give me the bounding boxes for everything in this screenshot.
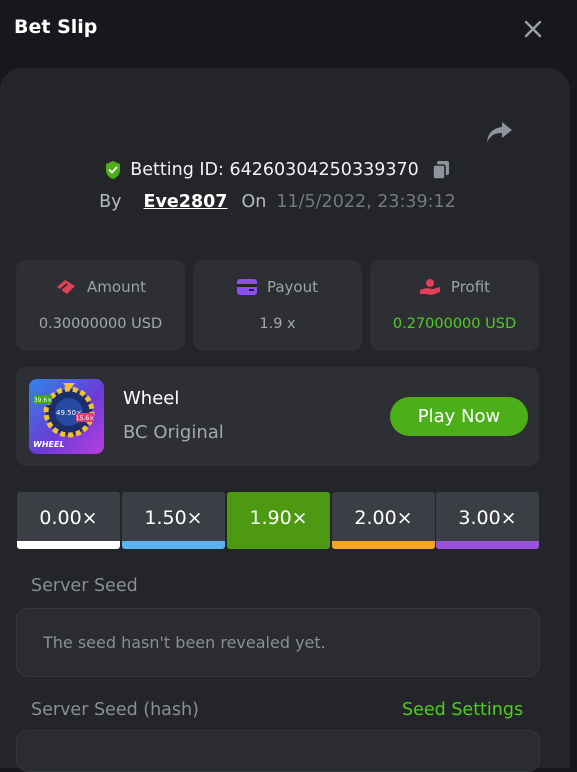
multiplier-color-bar xyxy=(332,541,435,549)
header: Bet Slip xyxy=(0,0,577,60)
game-card: 49.50× 39.6× 15.6× WHEEL Wheel BC Origin… xyxy=(16,367,539,466)
payout-label: Payout xyxy=(266,278,318,296)
wallet-icon xyxy=(236,279,257,295)
multiplier-tile-2-active[interactable]: 1.90× xyxy=(227,492,330,549)
share-icon[interactable] xyxy=(484,118,516,146)
coins-icon xyxy=(57,280,76,294)
by-label: By xyxy=(99,192,122,212)
profit-card: Profit 0.27000000 USD xyxy=(370,260,539,351)
server-seed-text: The seed hasn't been revealed yet. xyxy=(43,633,326,652)
multiplier-label: 3.00× xyxy=(458,507,517,529)
betting-id-text: Betting ID: 64260304250339370 xyxy=(130,160,419,180)
server-seed-hash-label: Server Seed (hash) xyxy=(31,700,199,720)
wheel-game-thumbnail[interactable]: 49.50× 39.6× 15.6× WHEEL xyxy=(29,379,104,454)
game-subtitle: BC Original xyxy=(123,422,224,443)
multiplier-tile-1[interactable]: 1.50× xyxy=(122,492,225,549)
multiplier-color-bar xyxy=(122,541,225,549)
bet-slip-title: Bet Slip xyxy=(14,16,98,38)
amount-label: Amount xyxy=(87,278,146,296)
verified-shield-icon xyxy=(106,161,121,179)
multiplier-color-bar xyxy=(436,541,539,549)
share-button[interactable] xyxy=(484,118,516,146)
play-now-button[interactable]: Play Now xyxy=(390,397,528,436)
thumb-right-value: 15.6× xyxy=(76,415,94,422)
multiplier-label: 1.50× xyxy=(144,507,203,529)
multiplier-tile-4[interactable]: 3.00× xyxy=(436,492,539,549)
multiplier-tile-0[interactable]: 0.00× xyxy=(17,492,120,549)
profit-value: 0.27000000 USD xyxy=(392,316,517,332)
server-seed-hash-field[interactable] xyxy=(16,730,540,772)
close-icon[interactable] xyxy=(520,16,546,42)
seed-settings-link[interactable]: Seed Settings xyxy=(402,700,523,720)
wheel-thumbnail-art: 49.50× 39.6× 15.6× WHEEL xyxy=(29,379,104,454)
amount-card: Amount 0.30000000 USD xyxy=(16,260,185,351)
multiplier-label: 2.00× xyxy=(354,507,413,529)
hand-coin-icon xyxy=(419,279,440,295)
multiplier-label: 0.00× xyxy=(39,507,98,529)
close-button[interactable] xyxy=(520,16,546,42)
payout-value: 1.9 x xyxy=(259,316,296,332)
payout-card: Payout 1.9 x xyxy=(193,260,362,351)
thumb-left-value: 39.6× xyxy=(34,397,52,404)
server-seed-label: Server Seed xyxy=(31,576,138,596)
betting-id-row: Betting ID: 64260304250339370 xyxy=(0,156,555,184)
game-name: Wheel xyxy=(123,388,180,409)
thumb-title: WHEEL xyxy=(33,440,65,449)
amount-value: 0.30000000 USD xyxy=(38,316,163,332)
user-link[interactable]: Eve2807 xyxy=(144,192,228,212)
copy-icon[interactable] xyxy=(431,159,451,181)
multiplier-label: 1.90× xyxy=(249,507,308,529)
bet-owner-row: By Eve2807 On 11/5/2022, 23:39:12 xyxy=(0,189,555,215)
multiplier-color-bar xyxy=(17,541,120,549)
profit-label: Profit xyxy=(450,278,491,296)
multiplier-tile-3[interactable]: 2.00× xyxy=(332,492,435,549)
bet-date: 11/5/2022, 23:39:12 xyxy=(276,192,456,212)
server-seed-field[interactable]: The seed hasn't been revealed yet. xyxy=(16,608,540,677)
on-label: On xyxy=(241,192,267,212)
